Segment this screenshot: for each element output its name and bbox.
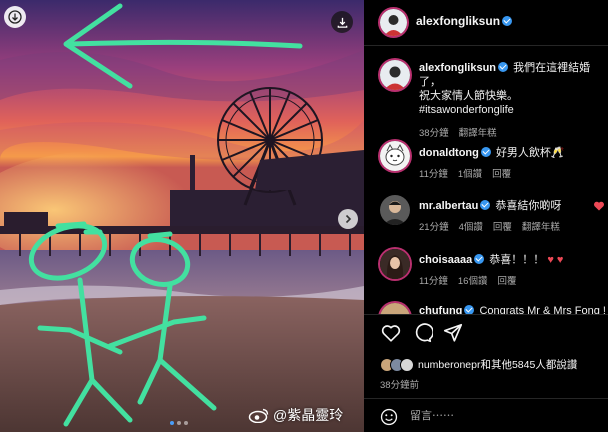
comment-likes[interactable]: 4個讚 [459,219,483,233]
share-icon[interactable] [442,322,464,344]
caption-avatar-image [380,60,410,90]
watermark-text: @紫晶靈玲 [273,407,344,423]
comment-input[interactable] [410,410,590,422]
comment-avatar-chufung[interactable] [380,303,410,314]
download-icon [337,17,347,28]
verified-icon [480,200,491,210]
actions-divider [364,314,608,315]
input-divider [364,398,608,399]
chevron-right-icon [345,214,352,224]
cat-avatar-image [380,141,410,171]
reply-button[interactable]: 回覆 [497,273,516,287]
carousel-dot [184,421,188,425]
comment-likes[interactable]: 1個讚 [458,166,482,180]
caption-translate-link[interactable]: 翻譯年糕 [459,125,497,139]
carousel-dot [177,421,181,425]
comment-username[interactable]: mr.albertau [419,200,478,212]
comment-avatar-donaldtong[interactable] [380,141,410,171]
likes-summary[interactable]: numberonepr和其他5845人都說讚 [380,357,577,372]
caption-time: 38分鐘 [419,128,449,139]
heart-icon[interactable] [380,322,402,344]
post-photo: @紫晶靈玲 [0,0,364,432]
download-button[interactable] [331,11,353,33]
emoji-icon[interactable] [380,408,398,426]
weibo-watermark: @紫晶靈玲 [248,405,343,425]
header-divider [364,45,608,46]
verified-icon [498,62,509,72]
comment-avatar-choisaaaa[interactable] [380,249,410,279]
caption-avatar[interactable] [380,60,410,90]
choisaaaa-avatar-image [380,249,410,279]
download-icon [8,10,22,24]
red-hearts-emoji: ♥ ♥ [544,254,564,266]
comment-time: 11分鐘 [419,276,448,287]
comment-chufung-clip: chufung Congrats Mr & Mrs Fong ! [364,300,608,314]
verified-icon [502,16,513,26]
reply-button[interactable]: 回覆 [493,219,512,233]
comment-likes[interactable]: 16個讚 [458,273,488,287]
comment-chufung: chufung Congrats Mr & Mrs Fong ! [419,304,606,314]
comment-icon[interactable] [411,322,433,344]
translate-link[interactable]: 翻譯年糕 [522,219,560,233]
comment-text: 好男人飲杯🥂 [495,147,565,159]
comment-text: 恭喜結你啲呀 [495,200,562,212]
comment-text: 恭喜！！！ [489,254,545,266]
mralbertau-avatar-image [380,195,410,225]
comment-username[interactable]: donaldtong [419,147,479,159]
caption-hashtag[interactable]: #itsawonderfonglife [419,103,604,117]
comment-text: Congrats Mr & Mrs Fong ! [479,305,606,314]
comment-time: 21分鐘 [419,222,449,233]
beach-sunset-scene [0,0,364,432]
author-avatar[interactable] [380,9,407,36]
post-detail-panel: alexfongliksun alexfongliksun 我們在這裡結婚了， … [364,0,608,432]
caption: alexfongliksun 我們在這裡結婚了， 祝大家情人節快樂。 #itsa… [419,61,604,139]
author-avatar-image [380,9,407,36]
likes-text: numberonepr和其他5845人都說讚 [418,359,578,371]
comment-username[interactable]: choisaaaa [419,254,472,266]
liker-avatar [400,357,414,372]
verified-icon [480,147,491,157]
comment-username[interactable]: chufung [419,305,462,314]
reply-button[interactable]: 回覆 [492,166,511,180]
comment-donaldtong: donaldtong 好男人飲杯🥂 11分鐘 1個讚 回覆 [419,146,604,180]
carousel-next-button[interactable] [338,209,358,229]
carousel-dots [170,421,188,425]
header-username-text: alexfongliksun [416,14,501,28]
chufung-avatar-image [380,303,410,314]
verified-icon [464,305,475,314]
comment-mralbertau: mr.albertau 恭喜結你啲呀 21分鐘 4個讚 回覆 翻譯年糕 [419,199,604,233]
posted-time: 38分鐘前 [380,380,420,391]
verified-icon [474,254,485,264]
heart-icon[interactable] [593,200,605,212]
comment-choisaaaa: choisaaaa 恭喜！！！ ♥ ♥ 11分鐘 16個讚 回覆 [419,253,604,287]
comment-avatar-mralbertau[interactable] [380,195,410,225]
download-button-left[interactable] [4,6,26,28]
caption-text-2: 祝大家情人節快樂。 [419,90,518,102]
comment-time: 11分鐘 [419,169,448,180]
header-username[interactable]: alexfongliksun [416,14,514,28]
carousel-dot-active [170,421,174,425]
caption-username[interactable]: alexfongliksun [419,62,496,74]
weibo-icon [248,408,269,423]
